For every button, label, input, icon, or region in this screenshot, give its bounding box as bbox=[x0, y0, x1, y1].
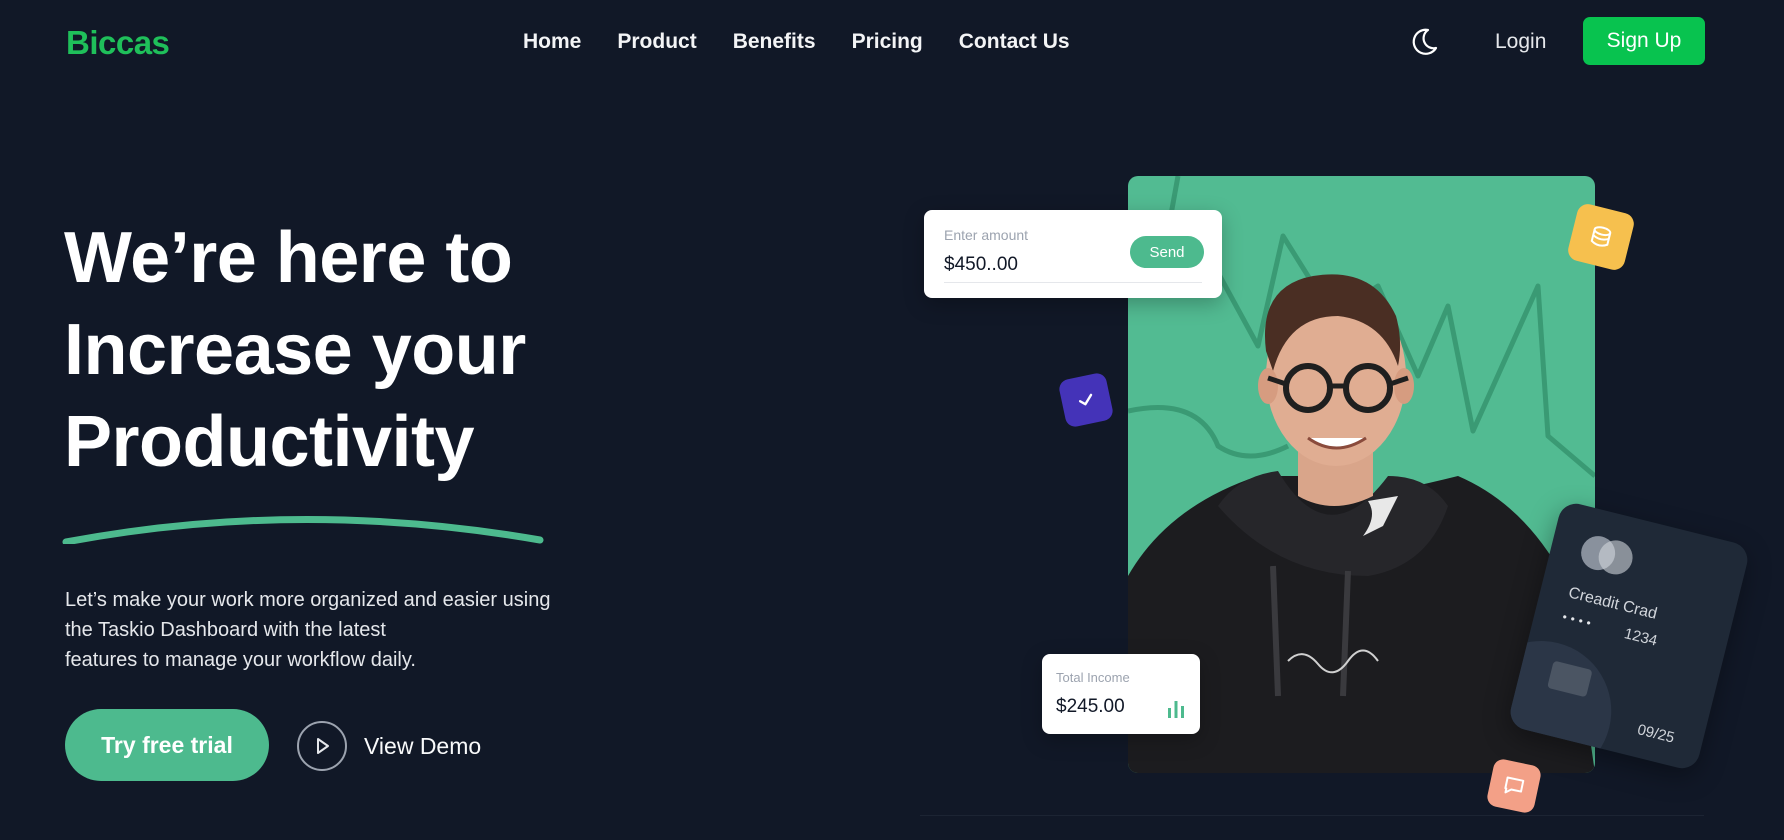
income-label: Total Income bbox=[1056, 670, 1130, 685]
hero-description: Let’s make your work more organized and … bbox=[65, 585, 625, 675]
card-number-mask: •••• bbox=[1561, 609, 1597, 632]
send-button[interactable]: Send bbox=[1130, 236, 1204, 268]
income-value: $245.00 bbox=[1056, 696, 1125, 717]
amount-input[interactable]: $450..00 bbox=[944, 254, 1018, 276]
nav-link-home[interactable]: Home bbox=[523, 30, 581, 54]
main-nav: Home Product Benefits Pricing Contact Us bbox=[523, 30, 1070, 54]
amount-card: Enter amount $450..00 Send bbox=[924, 210, 1222, 298]
view-demo-label: View Demo bbox=[364, 732, 482, 759]
hero-title-line: We’re here to bbox=[64, 218, 513, 298]
hero-description-line: features to manage your workflow daily. bbox=[65, 649, 416, 671]
hero-title: We’re here to Increase your Productivity bbox=[64, 212, 624, 488]
view-demo-button[interactable]: View Demo bbox=[297, 721, 481, 771]
hero-title-line: Productivity bbox=[64, 402, 475, 482]
check-icon bbox=[1057, 371, 1115, 429]
login-link[interactable]: Login bbox=[1495, 30, 1546, 54]
hero-description-line: Let’s make your work more organized and … bbox=[65, 589, 551, 611]
moon-icon[interactable] bbox=[1408, 26, 1440, 58]
section-divider bbox=[920, 815, 1704, 816]
play-icon bbox=[297, 721, 347, 771]
hero-description-line: the Taskio Dashboard with the latest bbox=[65, 619, 386, 641]
card-expiry: 09/25 bbox=[1635, 721, 1677, 747]
amount-label: Enter amount bbox=[944, 227, 1029, 243]
underline-swoosh bbox=[62, 516, 544, 544]
nav-link-contact[interactable]: Contact Us bbox=[959, 30, 1070, 54]
hero-title-line: Increase your bbox=[64, 310, 526, 390]
amount-underline bbox=[944, 282, 1202, 283]
logo[interactable]: Biccas bbox=[66, 24, 170, 62]
chat-icon bbox=[1485, 757, 1543, 815]
nav-link-benefits[interactable]: Benefits bbox=[733, 30, 816, 54]
nav-link-pricing[interactable]: Pricing bbox=[852, 30, 923, 54]
signup-button[interactable]: Sign Up bbox=[1583, 17, 1705, 65]
bar-chart-icon bbox=[1168, 701, 1184, 718]
try-free-trial-button[interactable]: Try free trial bbox=[65, 709, 269, 781]
card-number: 1234 bbox=[1622, 625, 1659, 650]
income-card: Total Income $245.00 bbox=[1042, 654, 1200, 734]
nav-link-product[interactable]: Product bbox=[617, 30, 696, 54]
